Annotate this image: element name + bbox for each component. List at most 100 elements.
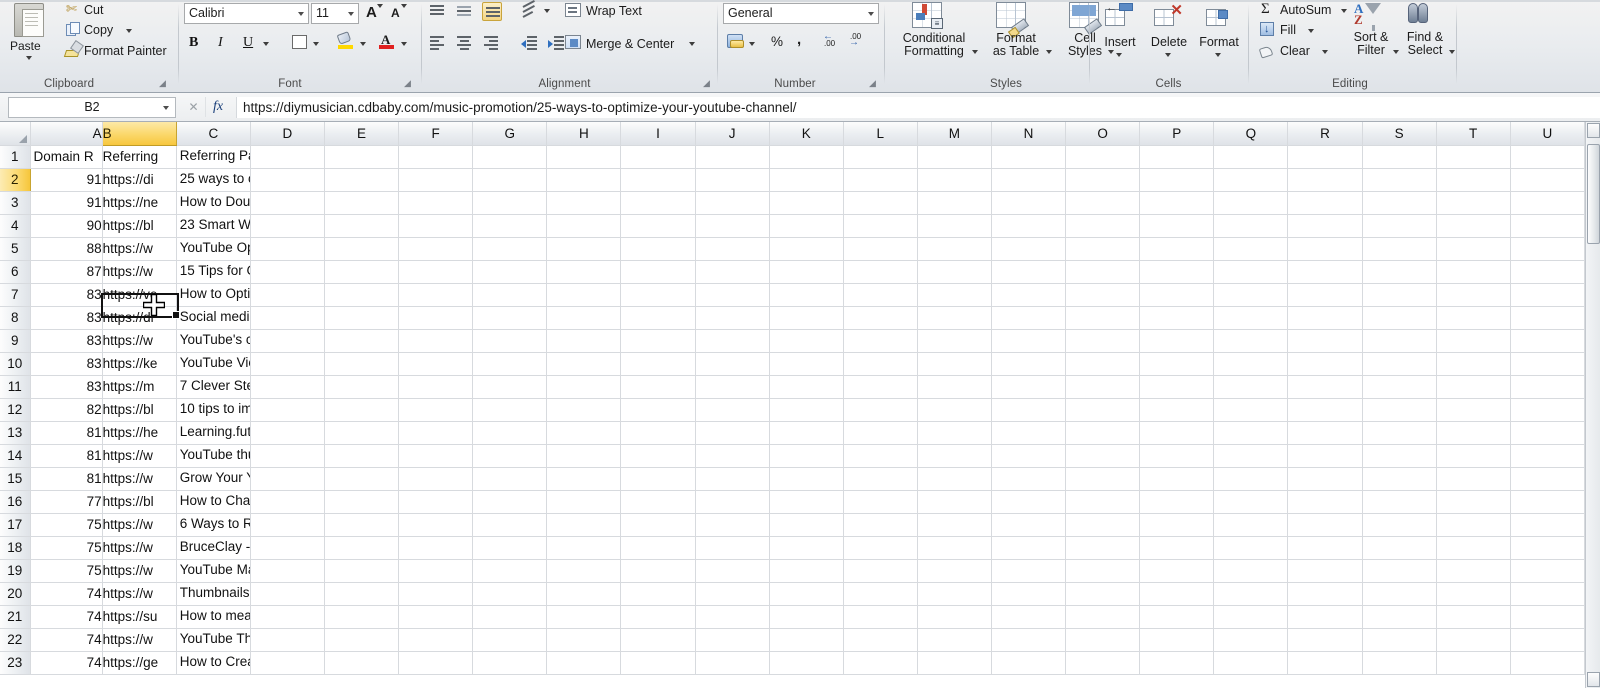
cell-K12[interactable] — [769, 398, 844, 422]
cell-E12[interactable] — [324, 398, 400, 422]
cell-D12[interactable] — [250, 398, 325, 422]
column-header-u[interactable]: U — [1510, 122, 1586, 146]
row-header-9[interactable]: 9 — [0, 329, 31, 353]
cell-E11[interactable] — [324, 375, 400, 399]
cell-H2[interactable] — [546, 168, 622, 192]
cell-G16[interactable] — [472, 490, 548, 514]
cell-O11[interactable] — [1065, 375, 1141, 399]
cell-D6[interactable] — [250, 260, 325, 284]
row-header-1[interactable]: 1 — [0, 145, 31, 169]
cell-O4[interactable] — [1065, 214, 1141, 238]
cell-P19[interactable] — [1139, 559, 1215, 583]
cell-T8[interactable] — [1436, 306, 1511, 330]
cell-F13[interactable] — [398, 421, 474, 445]
orientation-icon[interactable] — [522, 0, 539, 18]
row-header-15[interactable]: 15 — [0, 467, 31, 491]
format-as-table-icon[interactable] — [996, 2, 1030, 35]
cell-A17[interactable]: 75 — [30, 513, 103, 537]
cell-M16[interactable] — [917, 490, 992, 514]
cell-C13[interactable]: Learning.futures Archives - Page 2 of 10… — [176, 421, 251, 445]
cell-S4[interactable] — [1362, 214, 1437, 238]
cell-K5[interactable] — [769, 237, 844, 261]
cell-A11[interactable]: 83 — [30, 375, 103, 399]
format-painter-button[interactable]: Format Painter — [84, 45, 167, 58]
cell-O14[interactable] — [1065, 444, 1141, 468]
align-right-icon[interactable] — [483, 36, 499, 50]
cell-L3[interactable] — [843, 191, 918, 215]
cell-M1[interactable] — [917, 145, 992, 169]
cell-U18[interactable] — [1510, 536, 1586, 560]
cell-C22[interactable]: YouTube Thumbnail Size: Ideal Dimensions… — [176, 628, 251, 652]
cell-A2[interactable]: 91 — [30, 168, 103, 192]
cell-B6[interactable]: https://w — [102, 260, 177, 284]
cell-D15[interactable] — [250, 467, 325, 491]
cell-R3[interactable] — [1287, 191, 1363, 215]
column-header-k[interactable]: K — [769, 122, 844, 146]
vertical-scrollbar[interactable] — [1585, 122, 1600, 688]
cell-L7[interactable] — [843, 283, 918, 307]
cell-B3[interactable]: https://ne — [102, 191, 177, 215]
cell-R19[interactable] — [1287, 559, 1363, 583]
autosum-icon[interactable]: Σ — [1261, 2, 1270, 17]
merge-center-button[interactable]: Merge & Center — [586, 38, 674, 51]
cell-R4[interactable] — [1287, 214, 1363, 238]
cell-F9[interactable] — [398, 329, 474, 353]
cell-H9[interactable] — [546, 329, 622, 353]
cell-I12[interactable] — [620, 398, 696, 422]
cell-F8[interactable] — [398, 306, 474, 330]
cell-P15[interactable] — [1139, 467, 1215, 491]
cell-K11[interactable] — [769, 375, 844, 399]
cell-A6[interactable]: 87 — [30, 260, 103, 284]
cell-C18[interactable]: BruceClay - YouTube Optimization Tools a… — [176, 536, 251, 560]
cell-K16[interactable] — [769, 490, 844, 514]
cell-F5[interactable] — [398, 237, 474, 261]
select-all-corner[interactable] — [0, 122, 31, 146]
cell-P11[interactable] — [1139, 375, 1215, 399]
cell-D14[interactable] — [250, 444, 325, 468]
cell-O18[interactable] — [1065, 536, 1141, 560]
cell-E1[interactable] — [324, 145, 400, 169]
cell-M11[interactable] — [917, 375, 992, 399]
cell-B12[interactable]: https://bl — [102, 398, 177, 422]
cell-F19[interactable] — [398, 559, 474, 583]
cell-M10[interactable] — [917, 352, 992, 376]
spreadsheet-grid[interactable]: A B C D E F G H I J K L M N O P Q R S T — [0, 122, 1600, 688]
font-color-icon[interactable]: A — [379, 32, 394, 49]
cell-O22[interactable] — [1065, 628, 1141, 652]
cell-O15[interactable] — [1065, 467, 1141, 491]
cell-C17[interactable]: 6 Ways to Rank Higher on YouTube | SEO.c… — [176, 513, 251, 537]
cell-P10[interactable] — [1139, 352, 1215, 376]
column-header-g[interactable]: G — [472, 122, 548, 146]
cell-D4[interactable] — [250, 214, 325, 238]
cell-J19[interactable] — [695, 559, 770, 583]
autosum-caret[interactable] — [1341, 9, 1347, 13]
cell-B10[interactable]: https://ke — [102, 352, 177, 376]
cell-L13[interactable] — [843, 421, 918, 445]
cell-H6[interactable] — [546, 260, 622, 284]
cell-S10[interactable] — [1362, 352, 1437, 376]
number-dialog-launcher[interactable]: ◢ — [867, 78, 878, 89]
cell-O2[interactable] — [1065, 168, 1141, 192]
cell-I6[interactable] — [620, 260, 696, 284]
cell-K18[interactable] — [769, 536, 844, 560]
cell-S5[interactable] — [1362, 237, 1437, 261]
cell-H16[interactable] — [546, 490, 622, 514]
cell-M18[interactable] — [917, 536, 992, 560]
cell-P14[interactable] — [1139, 444, 1215, 468]
cell-M6[interactable] — [917, 260, 992, 284]
cell-D1[interactable] — [250, 145, 325, 169]
cell-G20[interactable] — [472, 582, 548, 606]
cell-D20[interactable] — [250, 582, 325, 606]
cell-U8[interactable] — [1510, 306, 1586, 330]
cell-L14[interactable] — [843, 444, 918, 468]
cell-L12[interactable] — [843, 398, 918, 422]
cell-T1[interactable] — [1436, 145, 1511, 169]
cell-I10[interactable] — [620, 352, 696, 376]
cell-S16[interactable] — [1362, 490, 1437, 514]
column-header-r[interactable]: R — [1287, 122, 1363, 146]
cell-G21[interactable] — [472, 605, 548, 629]
scroll-down-arrow-icon[interactable] — [1587, 672, 1600, 687]
cell-J20[interactable] — [695, 582, 770, 606]
cell-A7[interactable]: 83 — [30, 283, 103, 307]
cell-A15[interactable]: 81 — [30, 467, 103, 491]
